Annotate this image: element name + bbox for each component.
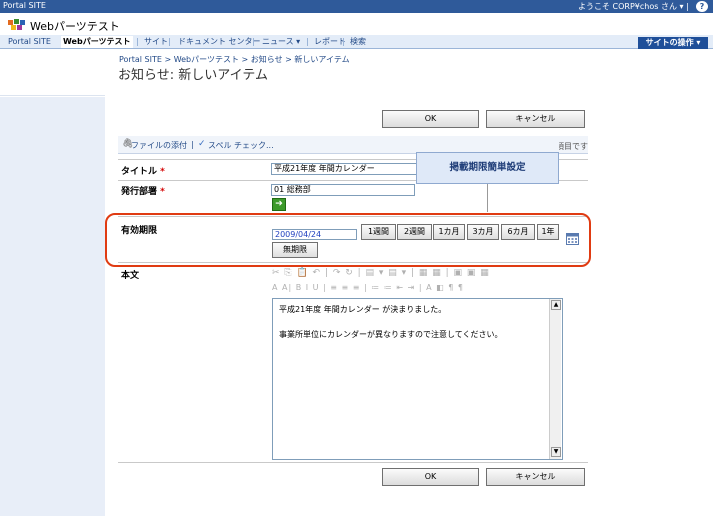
left-nav: [0, 97, 105, 516]
expiry-highlight-box: [105, 213, 591, 267]
ok-button-bottom[interactable]: OK: [382, 468, 479, 486]
rich-text-toolbar: ✂ ⎘ 📋 ↶ | ↷ ↻ | ▤ ▾ ▤ ▾ | ▦ ▦ | ▣ ▣ ▦ A …: [272, 268, 563, 298]
attach-file-link[interactable]: ファイルの添付: [131, 140, 187, 151]
tooltip-pointer: [487, 184, 488, 212]
required-note: 必須項目です: [559, 142, 588, 151]
rte-toolbar-row1: ✂ ⎘ 📋 ↶ | ↷ ↻ | ▤ ▾ ▤ ▾ | ▦ ▦ | ▣ ▣ ▦: [272, 268, 490, 278]
dept-field[interactable]: 01 総務部: [271, 184, 415, 196]
body-line-1: 平成21年度 年間カレンダー が決まりました。: [279, 305, 447, 314]
quick-expiry-tooltip: 掲載期限簡単設定: [416, 152, 559, 184]
scroll-down-icon[interactable]: ▼: [551, 447, 561, 457]
lookup-arrow-icon[interactable]: ➔: [272, 198, 286, 211]
portal-site-link[interactable]: Portal SITE: [3, 1, 46, 10]
tab-site[interactable]: サイト: [144, 36, 168, 48]
title-field[interactable]: 平成21年度 年間カレンダー: [271, 163, 421, 175]
row-divider: [118, 462, 588, 463]
spell-check-link[interactable]: スペル チェック...: [208, 140, 274, 151]
tab-webparts-test[interactable]: Webパーツテスト: [61, 36, 133, 48]
site-logo-icon: [8, 19, 25, 30]
rte-toolbar-row2: A A| B I U | ≡ ≡ ≡ | ≔ ≔ ⇤ ⇥ | A ◧ ¶ ¶: [272, 283, 464, 292]
help-icon[interactable]: ?: [696, 1, 708, 12]
tab-separator: [137, 38, 138, 46]
editor-scrollbar[interactable]: ▲ ▼: [549, 299, 561, 459]
top-bar: Portal SITE ようこそ CORP¥chos さん ▾ | ?: [0, 0, 713, 13]
site-actions-menu[interactable]: サイトの操作 ▾: [638, 37, 708, 49]
tab-portal-site[interactable]: Portal SITE: [8, 36, 51, 48]
tab-document-center[interactable]: ドキュメント センター: [178, 36, 261, 48]
tab-search[interactable]: 検索: [350, 36, 366, 48]
body-editor[interactable]: 平成21年度 年間カレンダー が決まりました。 事業所単位にカレンダーが異なりま…: [272, 298, 563, 460]
tab-reports[interactable]: レポート: [314, 36, 346, 48]
tab-news[interactable]: ニュース ▾: [262, 36, 300, 48]
tab-separator: [343, 38, 344, 46]
site-title[interactable]: Webパーツテスト: [30, 18, 120, 34]
body-label: 本文: [121, 271, 140, 281]
tab-separator: [169, 38, 170, 46]
cancel-button-bottom[interactable]: キャンセル: [486, 468, 585, 486]
toolbar-separator: |: [191, 140, 194, 149]
dept-label: 発行部署 *: [121, 187, 165, 197]
scroll-up-icon[interactable]: ▲: [551, 300, 561, 310]
ok-button-top[interactable]: OK: [382, 110, 479, 128]
spell-check-icon: ✓: [198, 139, 206, 149]
welcome-menu[interactable]: ようこそ CORP¥chos さん ▾ |: [578, 1, 689, 12]
tab-separator: [253, 38, 254, 46]
cancel-button-top[interactable]: キャンセル: [486, 110, 585, 128]
page-title: お知らせ: 新しいアイテム: [118, 68, 268, 83]
left-nav-header: [0, 50, 105, 96]
tab-separator: [307, 38, 308, 46]
body-line-2: 事業所単位にカレンダーが異なりますので注意してください。: [279, 330, 503, 339]
site-title-row: Webパーツテスト: [0, 13, 713, 35]
top-nav: Portal SITE Webパーツテスト サイト ドキュメント センター ニュ…: [0, 35, 713, 49]
title-label: タイトル *: [121, 167, 165, 177]
